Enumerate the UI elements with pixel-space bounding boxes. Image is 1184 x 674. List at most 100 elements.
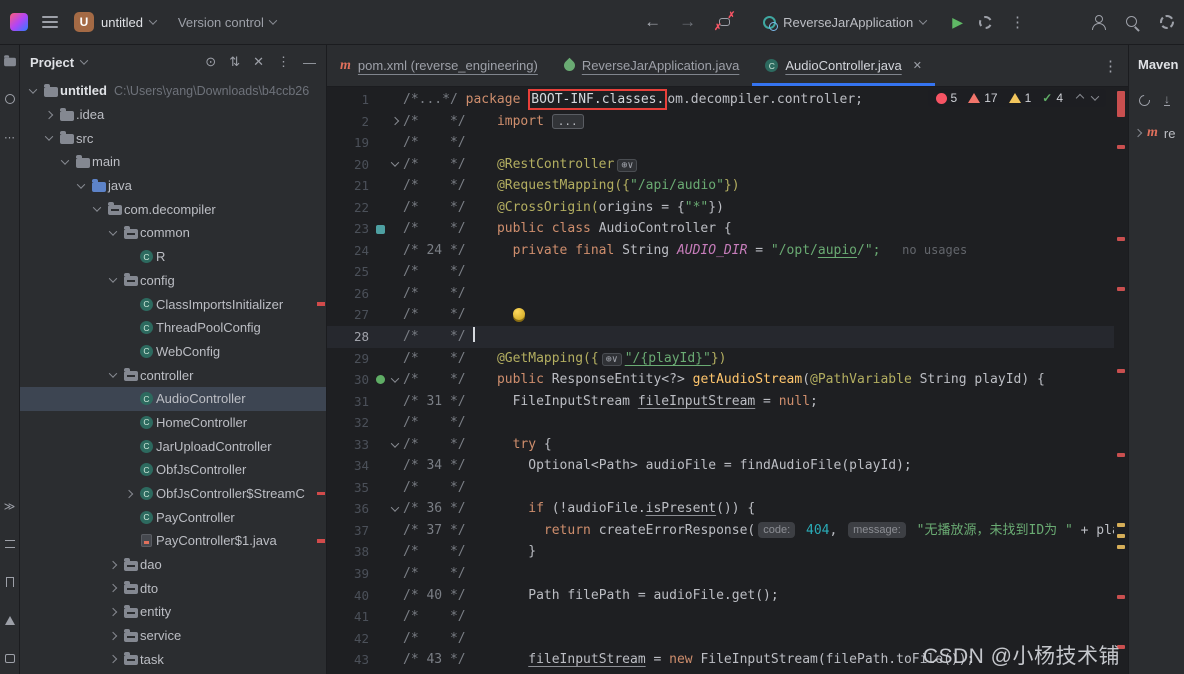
tree-item-obfjscontroller-streamc[interactable]: CObfJsController$StreamC [20, 482, 326, 506]
tree-item-com-decompiler[interactable]: com.decompiler [20, 197, 326, 221]
fold-toggle-icon[interactable] [387, 434, 403, 456]
collapse-all-icon[interactable]: ✕ [253, 54, 264, 70]
weak-warnings-count[interactable]: 1 [1009, 91, 1032, 105]
code-line[interactable]: 38/* */ } [327, 541, 1128, 563]
code-line[interactable]: 34/* 34 */ Optional<Path> audioFile = fi… [327, 455, 1128, 477]
intention-bulb-icon[interactable] [513, 308, 525, 320]
tree-item-untitled[interactable]: untitledC:\Users\yang\Downloads\b4ccb26 [20, 79, 326, 103]
code-line[interactable]: 32/* */ [327, 412, 1128, 434]
fold-toggle-icon[interactable] [387, 498, 403, 520]
tree-chevron-icon[interactable] [104, 372, 121, 378]
code-line[interactable]: 36/* 36 */ if (!audioFile.isPresent()) { [327, 498, 1128, 520]
tree-item-entity[interactable]: entity [20, 600, 326, 624]
code-line[interactable]: 41/* */ [327, 606, 1128, 628]
code-line[interactable]: 26/* */ [327, 283, 1128, 305]
more-actions-icon[interactable]: ⋮ [1010, 13, 1025, 31]
tree-item-homecontroller[interactable]: CHomeController [20, 411, 326, 435]
tree-item-dto[interactable]: dto [20, 576, 326, 600]
tab-options-icon[interactable]: ⋮ [1103, 57, 1118, 75]
tree-item-src[interactable]: src [20, 126, 326, 150]
more-tools-icon[interactable]: ⋯ [2, 129, 18, 145]
tree-item-dao[interactable]: dao [20, 553, 326, 577]
more-tool-windows-icon[interactable]: ≫ [2, 498, 18, 514]
prev-problem-icon[interactable] [1076, 94, 1084, 102]
tree-chevron-icon[interactable] [40, 112, 57, 118]
tree-chevron-icon[interactable] [88, 206, 105, 212]
chevron-down-icon[interactable] [80, 56, 88, 64]
code-line[interactable]: 33/* */ try { [327, 434, 1128, 456]
project-widget[interactable]: U untitled [74, 12, 156, 32]
error-stripe[interactable] [1114, 87, 1128, 674]
tree-item-obfjscontroller[interactable]: CObfJsController [20, 458, 326, 482]
structure-tool-icon[interactable] [2, 536, 18, 552]
warnings-count[interactable]: 17 [968, 91, 997, 105]
code-line[interactable]: 37/* 37 */ return createErrorResponse(co… [327, 520, 1128, 542]
problems-tool-icon[interactable] [2, 612, 18, 628]
debug-icon[interactable] [979, 16, 992, 29]
code-line[interactable]: 39/* */ [327, 563, 1128, 585]
tree-item-classimportsinitializer[interactable]: CClassImportsInitializer [20, 292, 326, 316]
tree-chevron-icon[interactable] [104, 633, 121, 639]
search-icon[interactable] [1125, 15, 1140, 30]
code-line[interactable]: 29/* */ @GetMapping({⊕∨"/{playId}"}) [327, 348, 1128, 370]
tree-item-service[interactable]: service [20, 624, 326, 648]
tree-item-paycontroller[interactable]: CPayController [20, 505, 326, 529]
code-line[interactable]: 20/* */ @RestController⊕∨ [327, 154, 1128, 176]
typos-count[interactable]: ✓ 4 [1042, 91, 1063, 105]
folded-code-placeholder[interactable]: ... [552, 114, 584, 129]
tree-item-java[interactable]: java [20, 174, 326, 198]
close-tab-icon[interactable]: ✕ [913, 59, 922, 72]
main-menu-icon[interactable] [42, 16, 58, 28]
locate-file-icon[interactable]: ⊙ [205, 54, 216, 70]
url-inlay-icon[interactable]: ⊕∨ [602, 353, 622, 366]
expand-collapse-icon[interactable]: ⇅ [229, 54, 240, 70]
tree-chevron-icon[interactable] [56, 159, 73, 165]
forward-icon[interactable]: → [679, 12, 696, 32]
tree-item-paycontroller-1-java[interactable]: PayController$1.java [20, 529, 326, 553]
tree-item-main[interactable]: main [20, 150, 326, 174]
next-problem-icon[interactable] [1091, 92, 1099, 100]
tree-item-webconfig[interactable]: CWebConfig [20, 340, 326, 364]
code-line[interactable]: 35/* */ [327, 477, 1128, 499]
run-config-widget[interactable]: ReverseJarApplication [755, 11, 934, 34]
fold-toggle-icon[interactable] [387, 154, 403, 176]
tree-item-controller[interactable]: controller [20, 363, 326, 387]
url-inlay-icon[interactable]: ⊕∨ [617, 159, 637, 172]
fold-toggle-icon[interactable] [387, 369, 403, 391]
code-line[interactable]: 25/* */ [327, 261, 1128, 283]
tree-item-threadpoolconfig[interactable]: CThreadPoolConfig [20, 316, 326, 340]
inspections-widget[interactable]: 5 17 1 ✓ 4 [928, 89, 1106, 107]
tree-item-common[interactable]: common [20, 221, 326, 245]
tree-chevron-icon[interactable] [104, 609, 121, 615]
code-editor[interactable]: 1/*...*/ package BOOT-INF.classes.om.dec… [327, 87, 1128, 674]
code-line[interactable]: 23/* */ public class AudioController { [327, 218, 1128, 240]
terminal-tool-icon[interactable] [2, 650, 18, 666]
maven-refresh-icon[interactable] [1137, 92, 1152, 107]
maven-project-item[interactable]: m re [1129, 125, 1184, 141]
tree-chevron-icon[interactable] [104, 562, 121, 568]
tab-audiocontroller-java[interactable]: CAudioController.java✕ [752, 45, 935, 86]
tree-chevron-icon[interactable] [104, 656, 121, 662]
tree-chevron-icon[interactable] [104, 230, 121, 236]
back-icon[interactable]: ← [644, 12, 661, 32]
fold-toggle-icon[interactable] [387, 111, 403, 133]
tree-item-idea[interactable]: .idea [20, 103, 326, 127]
code-line[interactable]: 31/* 31 */ FileInputStream fileInputStre… [327, 391, 1128, 413]
tab-reversejarapplication-java[interactable]: ReverseJarApplication.java [551, 45, 753, 86]
build-error-icon[interactable]: ✗ ✗ [715, 13, 735, 31]
run-button[interactable]: ▶ [952, 14, 963, 31]
tab-pom-xml-reverse-engineering[interactable]: mpom.xml (reverse_engineering) [327, 45, 551, 86]
vcs-widget[interactable]: Version control [178, 15, 276, 30]
tree-chevron-icon[interactable] [40, 135, 57, 141]
code-line[interactable]: 22/* */ @CrossOrigin(origins = {"*"}) [327, 197, 1128, 219]
panel-options-icon[interactable]: ⋮ [277, 54, 290, 70]
code-line[interactable]: 30/* */ public ResponseEntity<?> getAudi… [327, 369, 1128, 391]
tree-item-task[interactable]: task [20, 648, 326, 672]
tree-chevron-icon[interactable] [104, 585, 121, 591]
errors-count[interactable]: 5 [936, 91, 958, 105]
code-line[interactable]: 28/* */ [327, 326, 1128, 348]
tree-item-r[interactable]: CR [20, 245, 326, 269]
hide-panel-icon[interactable]: ― [303, 55, 316, 70]
code-line[interactable]: 24/* 24 */ private final String AUDIO_DI… [327, 240, 1128, 262]
bookmarks-tool-icon[interactable] [2, 574, 18, 590]
